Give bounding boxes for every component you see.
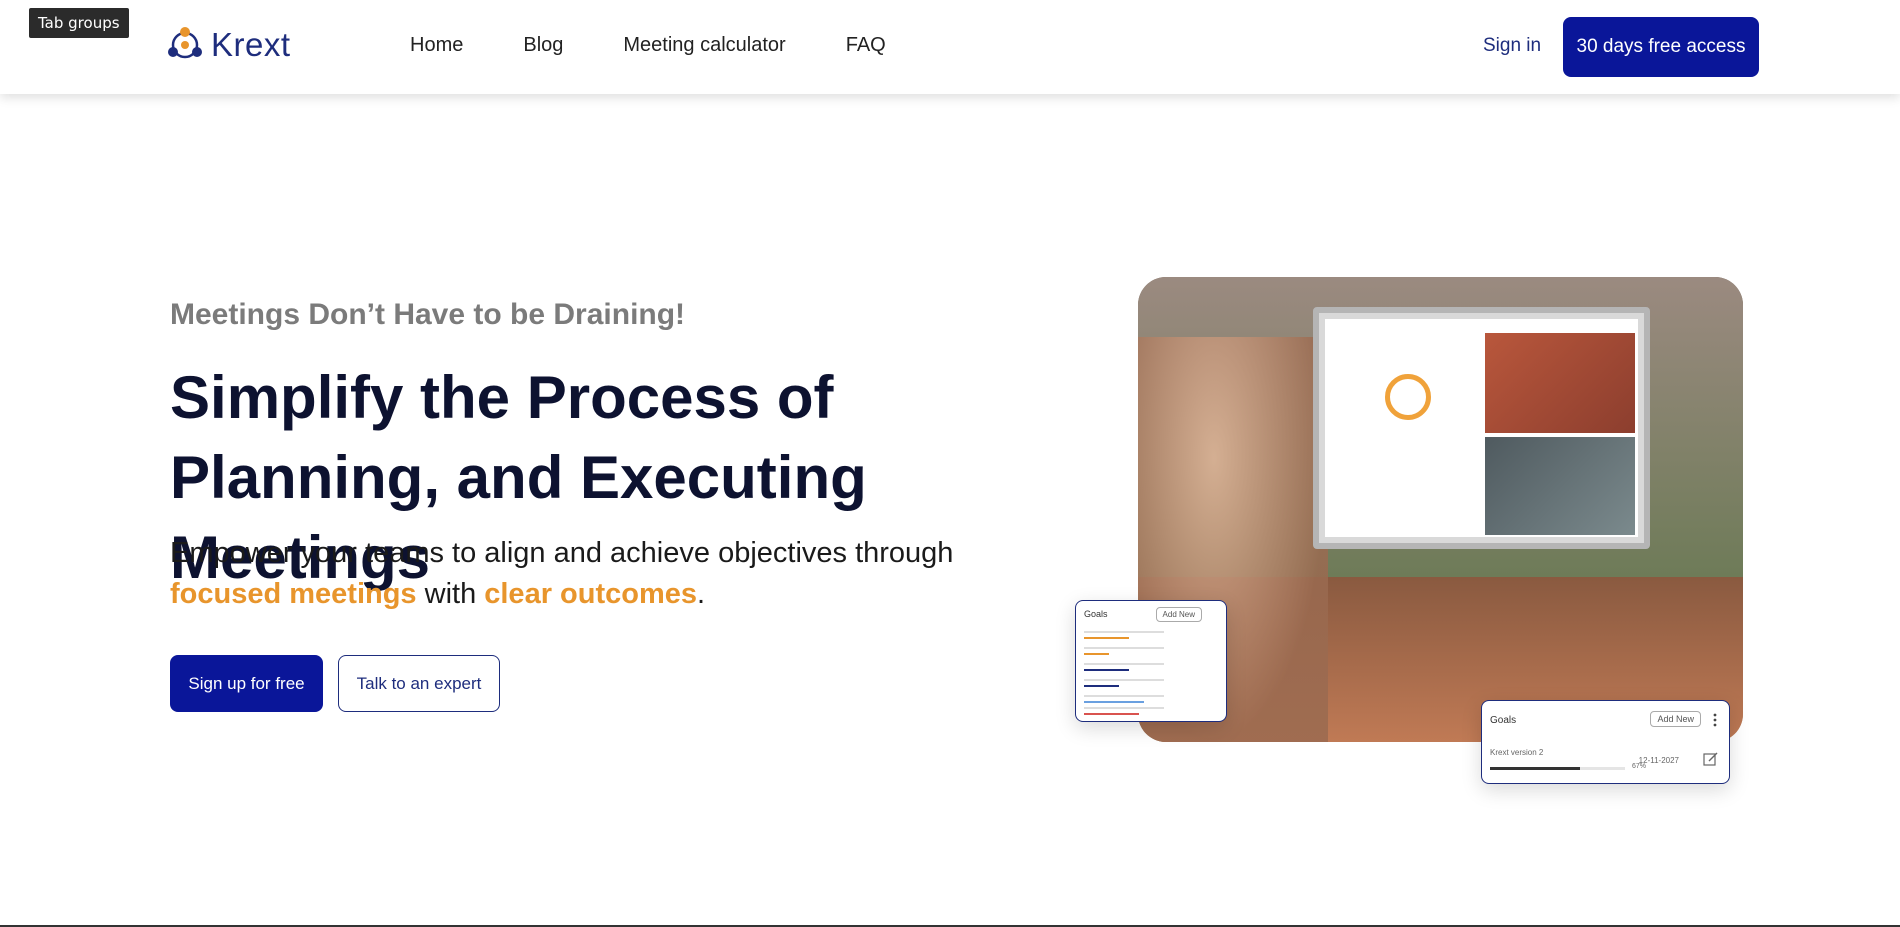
goal-row-bar [1084, 701, 1144, 703]
goal-row [1084, 631, 1164, 633]
top-nav-bar: Krext Home Blog Meeting calculator FAQ S… [0, 0, 1900, 94]
video-call-tile-2 [1485, 437, 1635, 535]
logo-text: Krext [211, 26, 291, 63]
goals-card-title: Goals [1490, 715, 1517, 726]
goal-row-bar [1084, 669, 1129, 671]
progress-donut [1385, 374, 1431, 420]
nav-faq[interactable]: FAQ [846, 34, 886, 57]
goal-row-bar [1084, 637, 1129, 639]
nav-meeting-calculator[interactable]: Meeting calculator [623, 34, 785, 57]
goals-card-small-title: Goals [1084, 609, 1108, 619]
sign-up-button[interactable]: Sign up for free [170, 655, 323, 712]
goal-row [1084, 695, 1164, 697]
goal-row-bar [1084, 713, 1139, 715]
free-access-button[interactable]: 30 days free access [1563, 17, 1759, 77]
monitor [1313, 307, 1650, 549]
goal-row-bar [1084, 653, 1109, 655]
logo[interactable]: Krext [165, 24, 291, 66]
goal-progress-bar [1490, 767, 1625, 770]
more-vertical-icon[interactable] [1713, 713, 1717, 727]
main-nav: Home Blog Meeting calculator FAQ [410, 34, 946, 57]
monitor-screen [1325, 319, 1638, 537]
video-call-tile-1 [1485, 333, 1635, 433]
hero-sub-end: . [697, 578, 706, 610]
goal-row-bar [1084, 685, 1119, 687]
edit-icon[interactable] [1703, 751, 1719, 767]
hero-sub-pre: Empower your teams to align and achieve … [170, 537, 954, 569]
goal-progress-fill [1490, 767, 1581, 770]
hero-subtitle: Empower your teams to align and achieve … [170, 533, 1030, 615]
tab-groups-label[interactable]: Tab groups [29, 8, 129, 38]
goal-item-name: Krext version 2 [1490, 748, 1544, 757]
highlight-focused-meetings: focused meetings [170, 578, 417, 610]
sign-in-link[interactable]: Sign in [1483, 35, 1541, 57]
goals-card-add-button[interactable]: Add New [1650, 711, 1701, 727]
goals-card-small-add-button[interactable]: Add New [1155, 607, 1202, 622]
nav-blog[interactable]: Blog [523, 34, 563, 57]
nav-home[interactable]: Home [410, 34, 463, 57]
goal-row [1084, 663, 1164, 665]
talk-to-expert-button[interactable]: Talk to an expert [338, 655, 500, 712]
hero-eyebrow: Meetings Don’t Have to be Draining! [170, 298, 686, 331]
hero-sub-mid: with [416, 578, 485, 610]
goal-progress-label: 67% [1632, 763, 1647, 770]
goal-row [1084, 679, 1164, 681]
krext-logo-icon [168, 27, 202, 59]
goals-card-small: Goals Add New [1075, 600, 1227, 722]
highlight-clear-outcomes: clear outcomes [484, 578, 698, 610]
goal-row [1084, 647, 1164, 649]
goals-card: Goals Add New Krext version 2 12-11-2027… [1481, 700, 1730, 784]
goal-row [1084, 707, 1164, 709]
hero-image [1138, 277, 1743, 742]
